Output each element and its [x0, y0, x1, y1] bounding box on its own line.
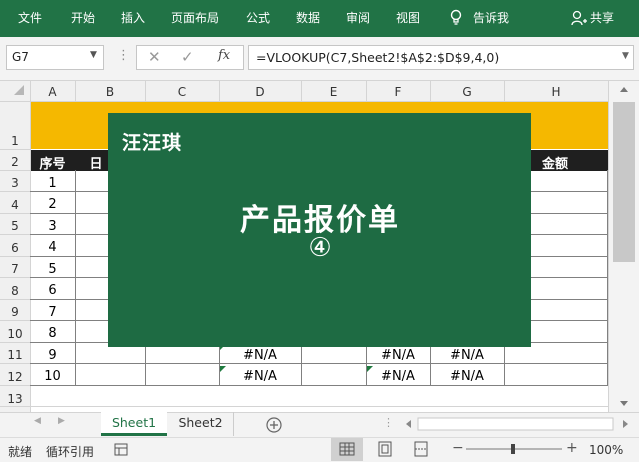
cell-error[interactable]: #N/A	[219, 369, 301, 384]
row-header-8[interactable]: 8	[0, 284, 30, 298]
tell-me-search[interactable]: 告诉我	[473, 10, 509, 26]
status-ready: 就绪	[8, 445, 33, 459]
cell-seq[interactable]: 4	[30, 240, 75, 255]
cell-seq[interactable]: 8	[30, 326, 75, 341]
menu-page-layout[interactable]: 页面布局	[171, 10, 219, 26]
cell-seq[interactable]: 9	[30, 348, 75, 363]
menu-review[interactable]: 审阅	[346, 10, 370, 26]
row-header-12[interactable]: 12	[0, 370, 30, 384]
col-header-f[interactable]: F	[366, 84, 430, 100]
cell-seq[interactable]: 3	[30, 219, 75, 234]
header-seq: 序号	[39, 157, 66, 172]
col-header-h[interactable]: H	[504, 84, 608, 100]
menu-view[interactable]: 视图	[396, 10, 420, 26]
zoom-out-icon[interactable]: −	[452, 440, 464, 456]
col-header-d[interactable]: D	[219, 84, 301, 100]
overlay-number: ④	[308, 233, 332, 263]
user-icon[interactable]	[571, 10, 587, 26]
error-indicator-icon	[220, 366, 226, 372]
cell-seq[interactable]: 1	[30, 176, 75, 191]
insert-function-icon[interactable]: fx	[218, 48, 230, 63]
menu-insert[interactable]: 插入	[121, 10, 145, 26]
cell-seq[interactable]: 2	[30, 197, 75, 212]
col-header-e[interactable]: E	[301, 84, 366, 100]
cell-seq[interactable]: 5	[30, 262, 75, 277]
add-sheet-icon[interactable]	[266, 417, 282, 433]
col-header-b[interactable]: B	[75, 84, 145, 100]
cancel-icon[interactable]: ✕	[148, 48, 161, 66]
row-header-3[interactable]: 3	[0, 176, 30, 190]
lightbulb-icon[interactable]	[450, 9, 462, 27]
brand-logo: 汪汪琪	[122, 132, 183, 154]
error-indicator-icon	[367, 366, 373, 372]
zoom-level[interactable]: 100%	[589, 443, 623, 457]
row-header-4[interactable]: 4	[0, 198, 30, 212]
menu-file[interactable]: 文件	[18, 10, 42, 26]
row-header-10[interactable]: 10	[0, 327, 30, 341]
page-layout-view-icon[interactable]	[378, 441, 392, 457]
tab-sheet1[interactable]: Sheet1	[101, 412, 167, 436]
normal-view-button[interactable]	[331, 438, 363, 461]
col-header-a[interactable]: A	[30, 84, 75, 100]
chevron-down-icon[interactable]: ▼	[90, 50, 97, 60]
scroll-right-icon[interactable]: ▶	[58, 416, 65, 426]
row-header-5[interactable]: 5	[0, 219, 30, 233]
zoom-in-icon[interactable]: +	[566, 440, 578, 456]
cell-error[interactable]: #N/A	[219, 348, 301, 363]
col-header-c[interactable]: C	[145, 84, 219, 100]
check-icon[interactable]: ✓	[181, 48, 194, 66]
cell-seq[interactable]: 10	[30, 369, 75, 384]
cell-error[interactable]: #N/A	[430, 348, 504, 363]
menu-home[interactable]: 开始	[71, 10, 95, 26]
cell-error[interactable]: #N/A	[366, 348, 430, 363]
zoom-slider[interactable]	[466, 443, 562, 455]
header-date: 日	[89, 157, 103, 172]
row-header-6[interactable]: 6	[0, 241, 30, 255]
cell-seq[interactable]: 7	[30, 305, 75, 320]
row-header-11[interactable]: 11	[0, 348, 30, 362]
status-circular-ref: 循环引用	[46, 445, 95, 459]
splitter-icon[interactable]: ⋮	[383, 416, 394, 429]
normal-view-icon	[339, 442, 355, 456]
row-header-7[interactable]: 7	[0, 262, 30, 276]
scroll-left-icon[interactable]: ◀	[34, 416, 41, 426]
more-options-icon: ⋮	[117, 48, 130, 63]
cell-seq[interactable]: 6	[30, 283, 75, 298]
expand-formula-icon[interactable]: ▼	[622, 51, 629, 61]
name-box-value: G7	[12, 50, 29, 64]
tab-sheet2[interactable]: Sheet2	[168, 412, 234, 436]
formula-text: =VLOOKUP(C7,Sheet2!$A$2:$D$9,4,0)	[256, 50, 500, 65]
share-button[interactable]: 共享	[590, 10, 614, 26]
row-header-9[interactable]: 9	[0, 305, 30, 319]
horizontal-scrollbar[interactable]	[398, 416, 636, 432]
row-header-2[interactable]: 2	[0, 155, 30, 169]
cell-error[interactable]: #N/A	[366, 369, 430, 384]
row-header-13[interactable]: 13	[0, 392, 30, 406]
menu-data[interactable]: 数据	[296, 10, 320, 26]
menu-formulas[interactable]: 公式	[246, 10, 270, 26]
cell-error[interactable]: #N/A	[430, 369, 504, 384]
macro-record-icon[interactable]	[114, 443, 128, 456]
col-header-g[interactable]: G	[430, 84, 504, 100]
row-header-1[interactable]: 1	[0, 134, 30, 148]
page-break-view-icon[interactable]	[414, 441, 428, 457]
